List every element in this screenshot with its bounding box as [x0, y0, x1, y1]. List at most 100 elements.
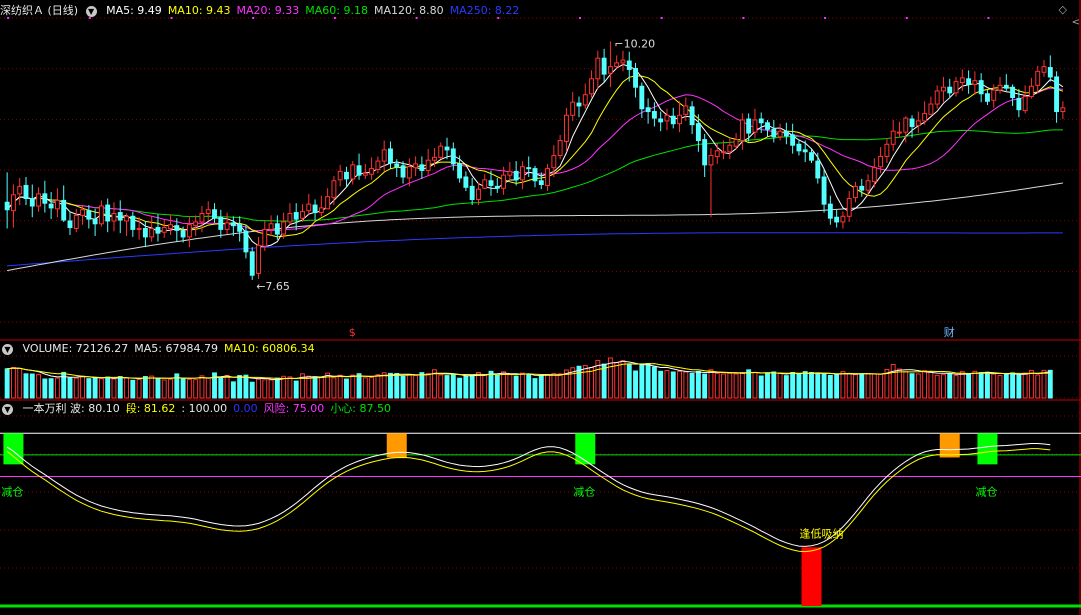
indicator-legend: 一本万利 波: 80.10 段: 81.62: 100.00 0.00 风险: 75.…: [23, 402, 398, 415]
candle-body: [551, 155, 557, 169]
chevron-down-icon[interactable]: ▼: [2, 403, 13, 415]
candle-body: [212, 209, 217, 219]
candle-body: [1060, 107, 1066, 113]
volume-bar: [205, 377, 211, 399]
candle-body: [890, 130, 896, 145]
stock-chart-window: ⌐10.20 ←7.65 $ 财减仓 减仓 减仓 逢低吸纳 深纺织Ａ (日线) ▼ MA5:…: [0, 0, 1081, 615]
candle-body: [262, 228, 268, 247]
volume-bar: [450, 373, 456, 399]
volume-bar: [243, 374, 249, 399]
volume-bar: [356, 373, 362, 399]
candle-body: [752, 119, 758, 133]
candle-body: [758, 118, 764, 124]
ma-label-2: MA20: 9.33: [236, 4, 300, 17]
candle-body: [639, 85, 645, 110]
candle-body: [36, 193, 42, 207]
volume-bar: [155, 378, 161, 399]
volume-bar: [991, 373, 997, 399]
candle-body: [488, 180, 494, 186]
low-label: ←7.65: [256, 280, 290, 293]
candle-body: [966, 78, 972, 85]
candle-body: [419, 164, 425, 171]
volume-bar: [149, 375, 155, 399]
volume-bar: [262, 379, 268, 399]
volume-bar: [765, 372, 770, 399]
candle-body: [86, 210, 92, 220]
candle-body: [507, 170, 513, 176]
volume-bar: [1016, 374, 1022, 399]
candle-body: [626, 60, 632, 70]
event-dot: [578, 17, 581, 19]
ma-label-3: MA60: 9.18: [305, 4, 368, 17]
candle-body: [61, 199, 67, 221]
volume-bar: [626, 363, 632, 399]
volume-bar: [111, 378, 117, 399]
volume-bar: [526, 373, 532, 399]
volume-bar: [953, 375, 959, 399]
candle-body: [249, 251, 255, 276]
chevron-left-icon[interactable]: <: [1072, 17, 1080, 28]
volume-bar: [161, 379, 167, 399]
candle-body: [897, 131, 902, 134]
volume-bar: [400, 375, 406, 399]
candle-body: [193, 221, 199, 227]
candle-body: [532, 168, 538, 182]
reduce-signal-label: 减仓: [975, 484, 997, 498]
candle-body: [570, 101, 576, 116]
volume-bar: [721, 373, 726, 399]
candle-body: [48, 203, 54, 209]
candle-body: [538, 180, 544, 185]
candle-body: [947, 86, 953, 94]
candle-body: [494, 185, 500, 189]
candle-body: [928, 103, 934, 115]
volume-bar: [268, 379, 274, 399]
candle-body: [124, 215, 129, 222]
volume-label-2: MA10: 60806.34: [223, 342, 315, 355]
candle-body: [771, 128, 777, 138]
ma-label-1: MA10: 9.43: [167, 4, 231, 17]
candle-body: [1054, 76, 1060, 113]
candle-body: [224, 222, 230, 230]
buy-signal-box: [801, 547, 822, 606]
volume-bar: [406, 374, 412, 399]
volume-bar: [758, 375, 764, 399]
volume-bar: [890, 363, 896, 399]
candle-body: [934, 90, 940, 105]
stock-title[interactable]: 深纺织Ａ (日线): [0, 4, 78, 17]
diamond-icon[interactable]: ◇: [1059, 3, 1067, 16]
volume-bar: [746, 369, 752, 399]
volume-bar: [142, 376, 148, 399]
volume-bar: [683, 371, 689, 399]
candle-body: [1028, 85, 1034, 98]
volume-bar: [73, 377, 79, 399]
candle-body: [985, 93, 990, 102]
volume-bar: [620, 360, 626, 399]
ma-line-ma20: [6, 87, 1063, 232]
volume-bar: [708, 369, 714, 399]
reduce-signal-label: 减仓: [573, 484, 595, 498]
volume-bar: [513, 375, 519, 399]
indicator-label-3: 0.00: [233, 402, 258, 415]
volume-bar: [777, 372, 783, 399]
volume-bar: [136, 378, 142, 399]
candle-body: [670, 115, 676, 125]
candle-body: [915, 120, 921, 127]
chevron-down-icon[interactable]: ▼: [85, 5, 97, 17]
candle-body: [130, 215, 136, 230]
candle-body: [293, 212, 299, 220]
volume-bar: [501, 371, 507, 399]
chevron-down-icon[interactable]: ▼: [2, 343, 13, 355]
candle-body: [708, 155, 714, 166]
chart-canvas[interactable]: ⌐10.20 ←7.65 $ 财减仓 减仓 减仓逢低吸纳: [0, 0, 1081, 615]
candle-body: [375, 160, 381, 171]
candle-body: [199, 212, 205, 223]
candle-body: [344, 171, 349, 180]
volume-bar: [645, 362, 651, 399]
candle-body: [790, 134, 796, 146]
event-dot: [905, 17, 908, 19]
candle-body: [149, 227, 155, 238]
volume-bar: [1035, 374, 1041, 399]
main-header: 深纺织Ａ (日线) ▼ MA5: 9.49 MA10: 9.43 MA20: 9.3…: [0, 4, 531, 18]
candle-body: [482, 179, 488, 189]
volume-bar: [589, 366, 595, 399]
